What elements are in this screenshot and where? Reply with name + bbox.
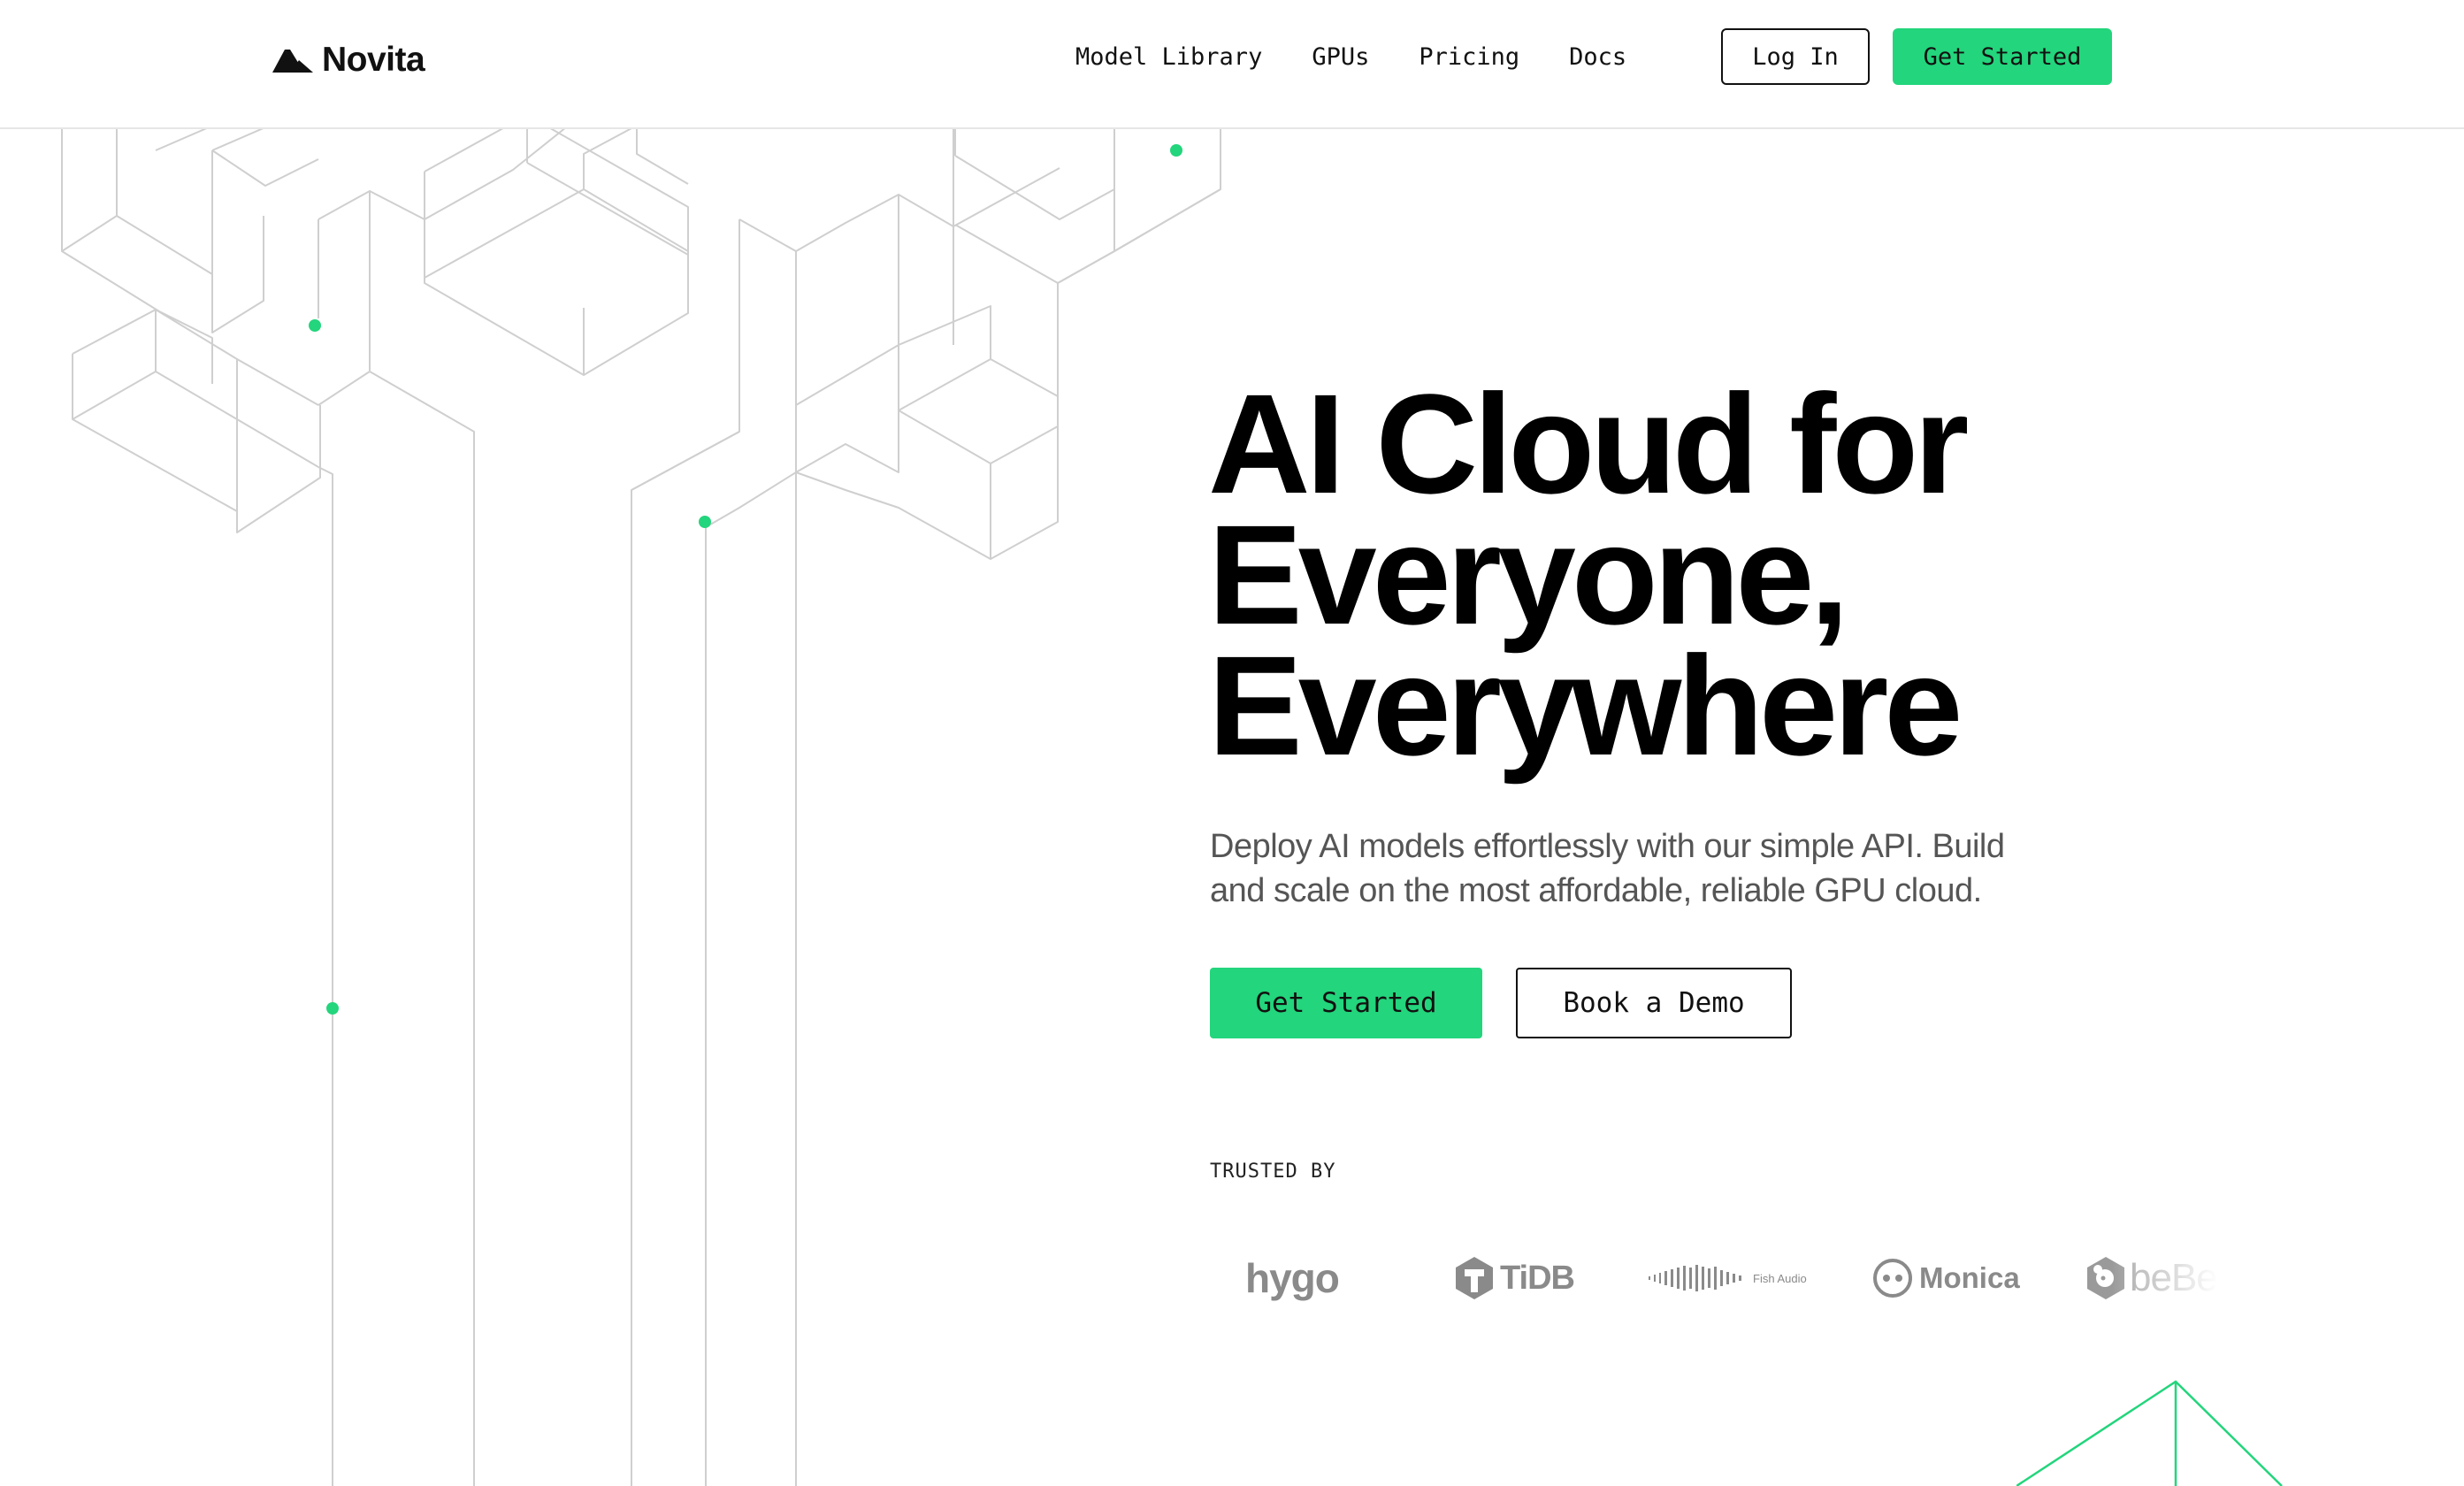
nav-pricing[interactable]: Pricing (1419, 39, 1519, 76)
hero-subtitle-line-1: Deploy AI models effortlessly with our s… (1210, 828, 2005, 865)
nav-docs[interactable]: Docs (1569, 39, 1626, 76)
nav-model-library[interactable]: Model Library (1075, 39, 1262, 76)
hero-subtitle-line-2: and scale on the most affordable, reliab… (1210, 872, 1982, 909)
page: Novita Model Library GPUs Pricing Docs L… (0, 0, 2464, 1486)
hero-title-line-2: Everyone, (1208, 495, 1849, 654)
trusted-by-label: TRUSTED BY (1210, 1160, 1336, 1183)
tidb-hexagon-icon (1456, 1257, 1493, 1299)
hero-title-line-1: AI Cloud for (1208, 364, 1969, 523)
brand-logo-tidb: TiDB (1454, 1238, 1575, 1318)
logo-fade-overlay (2112, 1238, 2218, 1318)
main-nav: Model Library GPUs Pricing Docs (1075, 39, 1676, 76)
monica-face-icon (1873, 1259, 1912, 1298)
hero-subtitle: Deploy AI models effortlessly with our s… (1210, 824, 2112, 913)
brand-logo-hygo: hygo (1245, 1238, 1340, 1318)
brand-logo-monica: Monica (1873, 1238, 2020, 1318)
hero-title-line-3: Everywhere (1208, 626, 1963, 785)
brand-logo-fish-audio: Fish Audio (1649, 1238, 1807, 1318)
isometric-line-art (61, 127, 1221, 1486)
site-header: Novita Model Library GPUs Pricing Docs L… (0, 0, 2464, 129)
hero-get-started-button[interactable]: Get Started (1210, 968, 1482, 1038)
logo-text: Novita (322, 41, 425, 79)
brand-name: Monica (1919, 1261, 2020, 1294)
brand-name: hygo (1245, 1255, 1340, 1301)
book-demo-button[interactable]: Book a Demo (1516, 968, 1792, 1038)
header-get-started-button[interactable]: Get Started (1893, 28, 2112, 85)
brand-name: TiDB (1500, 1259, 1575, 1297)
brand-name: Fish Audio (1753, 1271, 1807, 1285)
novita-logo[interactable]: Novita (272, 41, 425, 80)
novita-mountain-icon (272, 50, 313, 73)
hero-title: AI Cloud for Everyone, Everywhere (1208, 364, 2269, 785)
login-button[interactable]: Log In (1721, 28, 1870, 85)
trusted-logos: hygo TiDB Fish Audio Monica (1210, 1238, 2218, 1318)
decorative-pyramid (2016, 1380, 2283, 1486)
audio-waveform-icon (1649, 1265, 1741, 1291)
nav-gpus[interactable]: GPUs (1312, 39, 1369, 76)
